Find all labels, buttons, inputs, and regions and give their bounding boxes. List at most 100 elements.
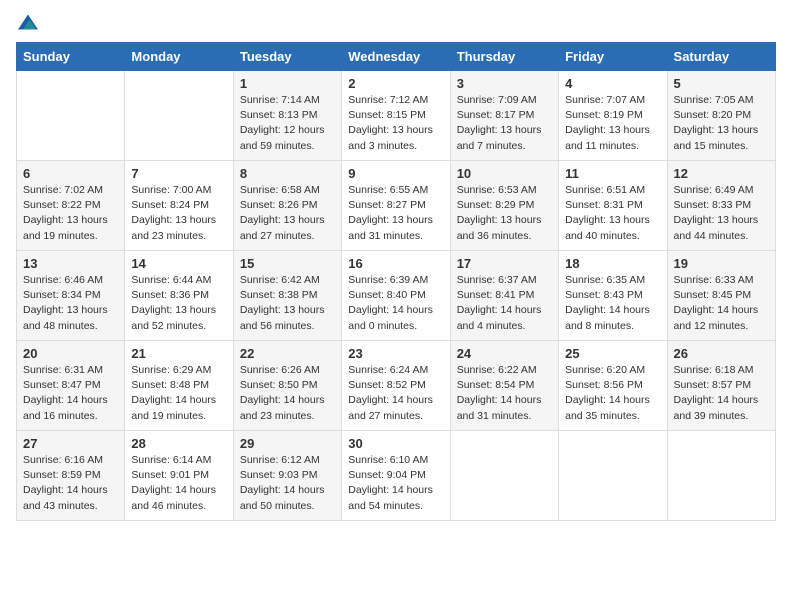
day-cell: 30Sunrise: 6:10 AMSunset: 9:04 PMDayligh…	[342, 431, 450, 521]
day-info: Sunrise: 6:16 AMSunset: 8:59 PMDaylight:…	[23, 454, 108, 512]
day-cell	[125, 71, 233, 161]
day-info: Sunrise: 7:12 AMSunset: 8:15 PMDaylight:…	[348, 94, 433, 152]
day-info: Sunrise: 6:37 AMSunset: 8:41 PMDaylight:…	[457, 274, 542, 332]
day-cell: 12 Sunrise: 6:49 AMSunset: 8:33 PMDayligh…	[667, 161, 775, 251]
day-number: 3	[457, 76, 552, 91]
header-day-thursday: Thursday	[450, 43, 558, 71]
header-day-sunday: Sunday	[17, 43, 125, 71]
day-info: Sunrise: 7:02 AMSunset: 8:22 PMDaylight:…	[23, 184, 108, 242]
calendar-table: SundayMondayTuesdayWednesdayThursdayFrid…	[16, 42, 776, 521]
day-info: Sunrise: 7:05 AMSunset: 8:20 PMDaylight:…	[674, 94, 759, 152]
day-info: Sunrise: 6:14 AMSunset: 9:01 PMDaylight:…	[131, 454, 216, 512]
day-number: 9	[348, 166, 443, 181]
day-cell: 3 Sunrise: 7:09 AMSunset: 8:17 PMDaylight…	[450, 71, 558, 161]
header-day-tuesday: Tuesday	[233, 43, 341, 71]
day-info: Sunrise: 6:49 AMSunset: 8:33 PMDaylight:…	[674, 184, 759, 242]
day-number: 12	[674, 166, 769, 181]
day-cell: 8 Sunrise: 6:58 AMSunset: 8:26 PMDaylight…	[233, 161, 341, 251]
day-number: 5	[674, 76, 769, 91]
day-number: 30	[348, 436, 443, 451]
week-row-3: 13 Sunrise: 6:46 AMSunset: 8:34 PMDayligh…	[17, 251, 776, 341]
day-cell	[450, 431, 558, 521]
day-cell: 22 Sunrise: 6:26 AMSunset: 8:50 PMDayligh…	[233, 341, 341, 431]
day-number: 14	[131, 256, 226, 271]
day-info: Sunrise: 7:09 AMSunset: 8:17 PMDaylight:…	[457, 94, 542, 152]
day-info: Sunrise: 6:29 AMSunset: 8:48 PMDaylight:…	[131, 364, 216, 422]
day-number: 29	[240, 436, 335, 451]
day-info: Sunrise: 6:12 AMSunset: 9:03 PMDaylight:…	[240, 454, 325, 512]
day-number: 4	[565, 76, 660, 91]
day-cell	[559, 431, 667, 521]
week-row-5: 27 Sunrise: 6:16 AMSunset: 8:59 PMDayligh…	[17, 431, 776, 521]
day-number: 23	[348, 346, 443, 361]
header-row: SundayMondayTuesdayWednesdayThursdayFrid…	[17, 43, 776, 71]
day-info: Sunrise: 6:26 AMSunset: 8:50 PMDaylight:…	[240, 364, 325, 422]
day-info: Sunrise: 6:31 AMSunset: 8:47 PMDaylight:…	[23, 364, 108, 422]
day-info: Sunrise: 6:39 AMSunset: 8:40 PMDaylight:…	[348, 274, 433, 332]
day-cell: 4 Sunrise: 7:07 AMSunset: 8:19 PMDaylight…	[559, 71, 667, 161]
day-cell	[667, 431, 775, 521]
day-number: 28	[131, 436, 226, 451]
day-cell: 24 Sunrise: 6:22 AMSunset: 8:54 PMDayligh…	[450, 341, 558, 431]
header-day-wednesday: Wednesday	[342, 43, 450, 71]
day-info: Sunrise: 6:58 AMSunset: 8:26 PMDaylight:…	[240, 184, 325, 242]
day-cell: 5 Sunrise: 7:05 AMSunset: 8:20 PMDaylight…	[667, 71, 775, 161]
day-info: Sunrise: 6:44 AMSunset: 8:36 PMDaylight:…	[131, 274, 216, 332]
day-number: 26	[674, 346, 769, 361]
day-cell: 23 Sunrise: 6:24 AMSunset: 8:52 PMDayligh…	[342, 341, 450, 431]
day-info: Sunrise: 6:42 AMSunset: 8:38 PMDaylight:…	[240, 274, 325, 332]
day-number: 6	[23, 166, 118, 181]
day-number: 15	[240, 256, 335, 271]
day-cell: 13 Sunrise: 6:46 AMSunset: 8:34 PMDayligh…	[17, 251, 125, 341]
day-cell: 29 Sunrise: 6:12 AMSunset: 9:03 PMDayligh…	[233, 431, 341, 521]
day-number: 10	[457, 166, 552, 181]
day-cell: 17Sunrise: 6:37 AMSunset: 8:41 PMDayligh…	[450, 251, 558, 341]
day-info: Sunrise: 6:55 AMSunset: 8:27 PMDaylight:…	[348, 184, 433, 242]
day-cell: 27 Sunrise: 6:16 AMSunset: 8:59 PMDayligh…	[17, 431, 125, 521]
day-number: 20	[23, 346, 118, 361]
day-info: Sunrise: 6:33 AMSunset: 8:45 PMDaylight:…	[674, 274, 759, 332]
day-cell: 10 Sunrise: 6:53 AMSunset: 8:29 PMDayligh…	[450, 161, 558, 251]
day-cell: 20 Sunrise: 6:31 AMSunset: 8:47 PMDayligh…	[17, 341, 125, 431]
day-info: Sunrise: 7:07 AMSunset: 8:19 PMDaylight:…	[565, 94, 650, 152]
day-number: 22	[240, 346, 335, 361]
day-info: Sunrise: 6:20 AMSunset: 8:56 PMDaylight:…	[565, 364, 650, 422]
day-cell: 25Sunrise: 6:20 AMSunset: 8:56 PMDayligh…	[559, 341, 667, 431]
day-cell: 28 Sunrise: 6:14 AMSunset: 9:01 PMDayligh…	[125, 431, 233, 521]
day-info: Sunrise: 6:24 AMSunset: 8:52 PMDaylight:…	[348, 364, 433, 422]
day-number: 18	[565, 256, 660, 271]
week-row-4: 20 Sunrise: 6:31 AMSunset: 8:47 PMDayligh…	[17, 341, 776, 431]
day-number: 24	[457, 346, 552, 361]
header-day-monday: Monday	[125, 43, 233, 71]
day-info: Sunrise: 6:22 AMSunset: 8:54 PMDaylight:…	[457, 364, 542, 422]
day-info: Sunrise: 6:51 AMSunset: 8:31 PMDaylight:…	[565, 184, 650, 242]
header-day-saturday: Saturday	[667, 43, 775, 71]
day-info: Sunrise: 6:53 AMSunset: 8:29 PMDaylight:…	[457, 184, 542, 242]
day-number: 8	[240, 166, 335, 181]
day-number: 11	[565, 166, 660, 181]
day-cell: 26Sunrise: 6:18 AMSunset: 8:57 PMDayligh…	[667, 341, 775, 431]
day-cell: 6 Sunrise: 7:02 AMSunset: 8:22 PMDaylight…	[17, 161, 125, 251]
day-cell	[17, 71, 125, 161]
day-info: Sunrise: 7:14 AMSunset: 8:13 PMDaylight:…	[240, 94, 325, 152]
day-cell: 7Sunrise: 7:00 AMSunset: 8:24 PMDaylight…	[125, 161, 233, 251]
day-cell: 2Sunrise: 7:12 AMSunset: 8:15 PMDaylight…	[342, 71, 450, 161]
day-number: 16	[348, 256, 443, 271]
day-number: 21	[131, 346, 226, 361]
day-cell: 19Sunrise: 6:33 AMSunset: 8:45 PMDayligh…	[667, 251, 775, 341]
day-info: Sunrise: 6:35 AMSunset: 8:43 PMDaylight:…	[565, 274, 650, 332]
day-number: 27	[23, 436, 118, 451]
day-number: 7	[131, 166, 226, 181]
day-cell: 9 Sunrise: 6:55 AMSunset: 8:27 PMDaylight…	[342, 161, 450, 251]
week-row-1: 1 Sunrise: 7:14 AMSunset: 8:13 PMDaylight…	[17, 71, 776, 161]
day-cell: 18 Sunrise: 6:35 AMSunset: 8:43 PMDayligh…	[559, 251, 667, 341]
day-cell: 16 Sunrise: 6:39 AMSunset: 8:40 PMDayligh…	[342, 251, 450, 341]
day-cell: 21 Sunrise: 6:29 AMSunset: 8:48 PMDayligh…	[125, 341, 233, 431]
day-number: 1	[240, 76, 335, 91]
header-day-friday: Friday	[559, 43, 667, 71]
logo-icon	[18, 12, 38, 32]
day-number: 13	[23, 256, 118, 271]
day-info: Sunrise: 6:46 AMSunset: 8:34 PMDaylight:…	[23, 274, 108, 332]
page-header	[16, 16, 776, 32]
day-cell: 15 Sunrise: 6:42 AMSunset: 8:38 PMDayligh…	[233, 251, 341, 341]
